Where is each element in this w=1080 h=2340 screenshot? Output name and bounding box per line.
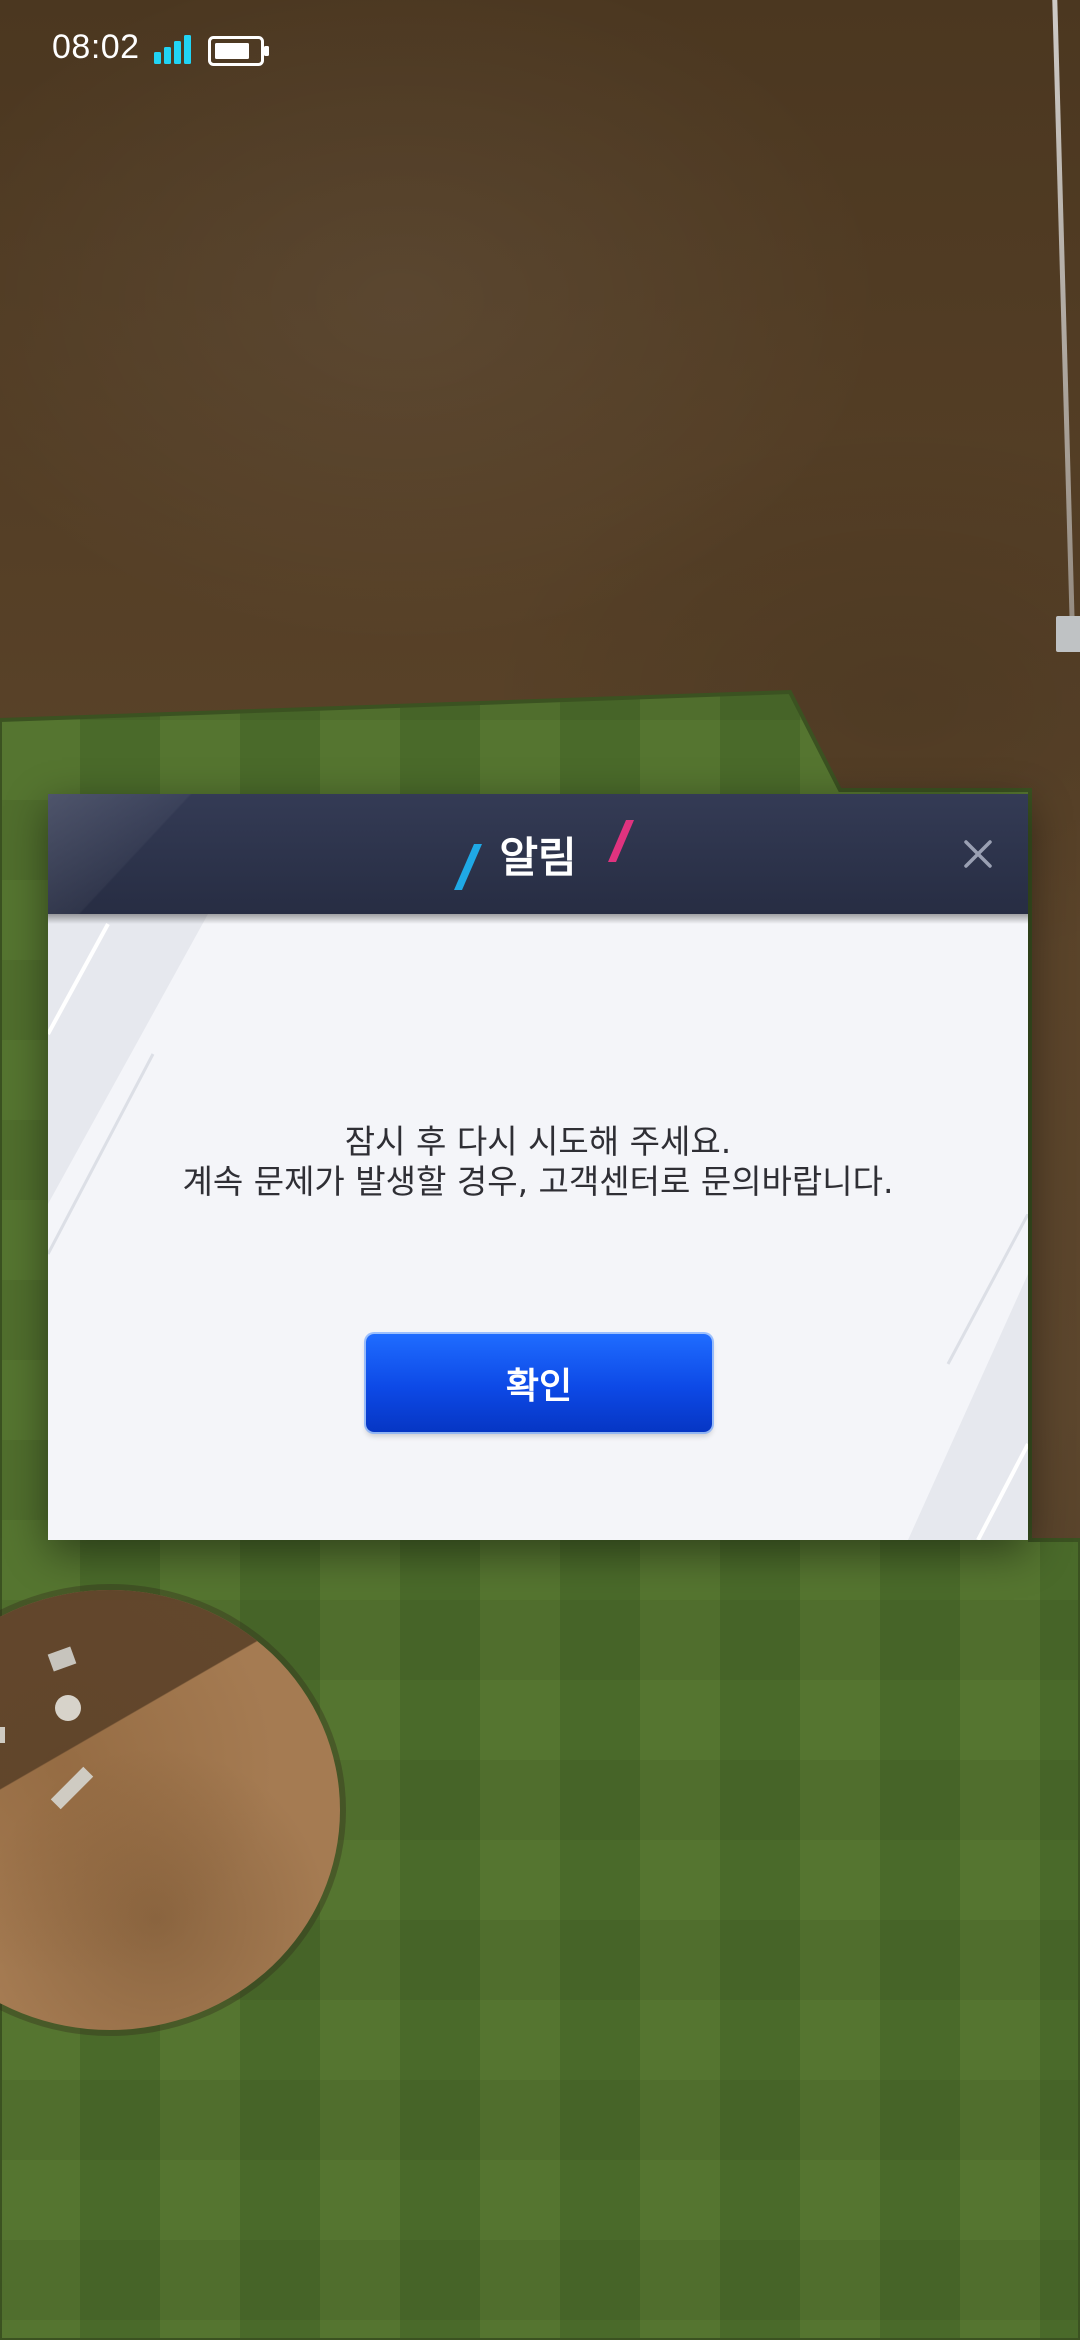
close-icon	[964, 840, 992, 868]
dialog-title: 알림	[499, 833, 577, 882]
title-accent-right-icon	[608, 820, 634, 862]
header-divider-shadow	[48, 914, 1028, 924]
ball-icon	[55, 1695, 81, 1721]
screen: 08:02 알림 잠시 후 다시 시도해 주세요. 계속 문제가 발생할 경우,…	[0, 0, 1080, 2340]
message-line-2: 계속 문제가 발생할 경우, 고객센터로 문의바랍니다.	[182, 1162, 894, 1201]
status-time: 08:02	[52, 28, 140, 66]
message-line-1: 잠시 후 다시 시도해 주세요.	[344, 1122, 732, 1161]
pitchers-mound	[0, 1590, 340, 2030]
status-bar: 08:02	[0, 0, 1080, 100]
close-button[interactable]	[948, 824, 1008, 884]
signal-bars-icon	[154, 35, 191, 64]
dialog-message: 잠시 후 다시 시도해 주세요. 계속 문제가 발생할 경우, 고객센터로 문의…	[48, 1122, 1028, 1202]
dialog-body: 잠시 후 다시 시도해 주세요. 계속 문제가 발생할 경우, 고객센터로 문의…	[48, 914, 1028, 1540]
battery-icon	[208, 36, 269, 66]
mound-marker-small	[0, 1727, 5, 1743]
decorative-stripes-left	[48, 914, 208, 1255]
confirm-button-label: 확인	[505, 1366, 573, 1407]
dialog-header: 알림	[48, 794, 1028, 914]
confirm-button[interactable]: 확인	[366, 1334, 712, 1432]
decorative-stripes-right	[908, 1214, 1028, 1540]
alert-dialog: 알림 잠시 후 다시 시도해 주세요. 계속 문제가 발생할 경우, 고객센터로…	[48, 794, 1028, 1540]
base-marker	[1056, 616, 1080, 652]
